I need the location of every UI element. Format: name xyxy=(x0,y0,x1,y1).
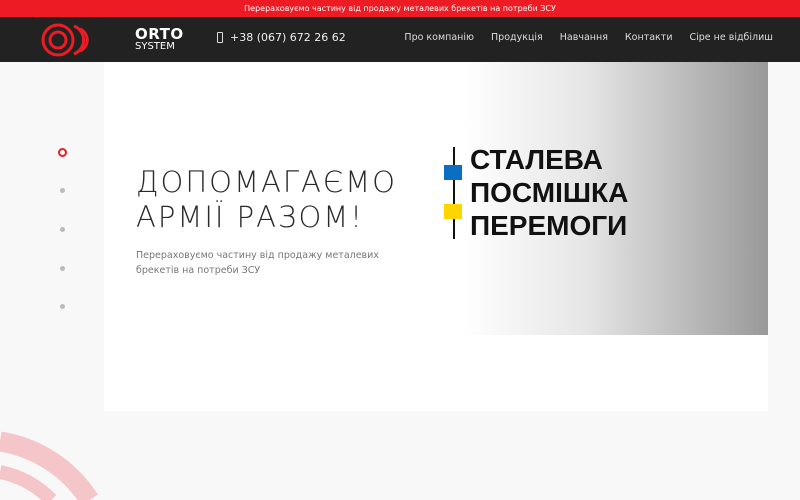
promo-divider xyxy=(453,147,455,239)
slide-dot-2[interactable] xyxy=(60,188,65,193)
nav-products[interactable]: Продукція xyxy=(491,32,543,43)
slide-dot-5[interactable] xyxy=(60,304,65,309)
promo-word-1: СТАЛЕВА xyxy=(470,144,603,175)
slide-dot-3[interactable] xyxy=(60,227,65,232)
phone-number: +38 (067) 672 26 62 xyxy=(230,31,346,44)
site-header: ORTO SYSTEM +38 (067) 672 26 62 Про комп… xyxy=(0,17,800,62)
hero-subtitle: Перераховуємо частину від продажу метале… xyxy=(136,250,379,276)
announcement-bar: Перераховуємо частину від продажу метале… xyxy=(0,0,800,17)
hero-title-line2: АРМІЇ РАЗОМ! xyxy=(136,200,364,234)
nav-about[interactable]: Про компанію xyxy=(404,32,474,43)
phone-icon xyxy=(217,32,223,43)
logo[interactable]: ORTO SYSTEM xyxy=(40,22,183,58)
hero-title-line1: ДОПОМАГАЄМО xyxy=(136,165,397,199)
promo-word-3: ПЕРЕМОГИ xyxy=(470,210,628,241)
blue-flag-square xyxy=(444,165,462,180)
slide-dot-4[interactable] xyxy=(60,266,65,271)
logo-text-system: SYSTEM xyxy=(135,41,175,52)
logo-text-orto: ORTO xyxy=(135,25,184,43)
promo-word-2: ПОСМІШКА xyxy=(470,177,629,208)
decorative-ring-inner xyxy=(0,465,57,500)
main-nav: Про компанію Продукція Навчання Контакти… xyxy=(404,32,773,43)
nav-training[interactable]: Навчання xyxy=(560,32,608,43)
yellow-flag-square xyxy=(444,204,462,219)
decorative-rings xyxy=(0,431,98,500)
hero-title: ДОПОМАГАЄМО АРМІЇ РАЗОМ! xyxy=(136,165,397,235)
nav-contacts[interactable]: Контакти xyxy=(625,32,673,43)
logo-rings-icon xyxy=(41,23,89,57)
nav-whitening[interactable]: Сіре не відбілиш xyxy=(690,32,774,43)
phone-link[interactable]: +38 (067) 672 26 62 xyxy=(217,31,346,44)
slide-dot-1[interactable] xyxy=(58,148,67,157)
